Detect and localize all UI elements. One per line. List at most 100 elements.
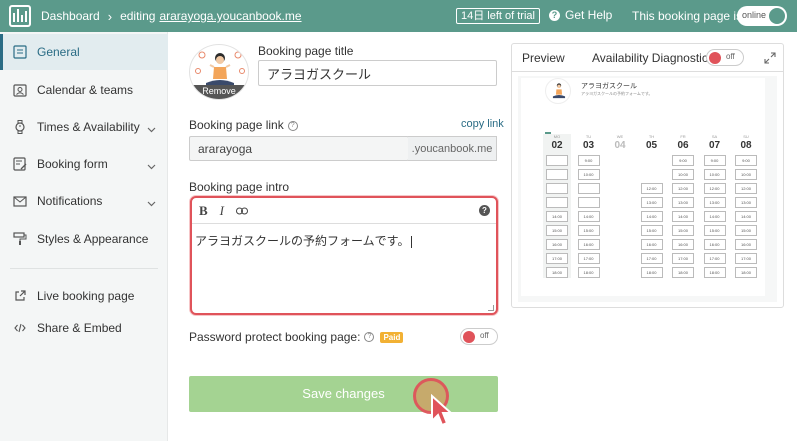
preview-time-slot: 9:00 <box>735 155 757 166</box>
expand-icon[interactable] <box>764 52 776 67</box>
resize-handle[interactable] <box>488 305 494 311</box>
link-input[interactable]: ararayoga <box>189 136 409 161</box>
preview-time-slot: 9:00 <box>672 155 694 166</box>
sidebar-item-booking-form[interactable]: Booking form <box>0 146 168 182</box>
intro-text[interactable]: アラヨガスクールの予約フォームです。 <box>192 224 496 257</box>
remove-photo-button[interactable]: Remove <box>190 85 248 99</box>
preview-day-number: 04 <box>614 140 626 151</box>
preview-time-slot: 13:00 <box>735 197 757 208</box>
breadcrumb-dashboard[interactable]: Dashboard <box>41 9 100 23</box>
form-edit-icon <box>12 156 28 172</box>
sidebar-item-general[interactable]: General <box>0 34 168 70</box>
preview-time-slot: 10:00 <box>577 169 600 180</box>
preview-time-slot <box>641 169 663 180</box>
sidebar-item-notifications[interactable]: Notifications <box>0 183 168 219</box>
app-logo-icon[interactable] <box>9 5 31 27</box>
preview-time-slot <box>609 239 631 250</box>
preview-subtitle: アラヨガスクールの予約フォームです。 <box>581 91 653 96</box>
profile-avatar[interactable]: Remove <box>189 44 249 100</box>
code-icon <box>12 320 28 336</box>
preview-time-slot: 15:00 <box>703 225 726 236</box>
preview-time-slot <box>609 253 631 264</box>
title-input[interactable]: アラヨガスクール <box>258 60 497 86</box>
help-button[interactable]: ? Get Help <box>549 8 612 22</box>
sidebar-item-label: Share & Embed <box>37 321 122 335</box>
link-icon[interactable] <box>236 204 249 218</box>
chevron-right-icon: › <box>107 8 113 24</box>
preview-header: Preview Availability Diagnostics off <box>512 44 783 72</box>
sidebar-item-styles-appearance[interactable]: Styles & Appearance <box>0 221 168 257</box>
preview-day-number: 07 <box>708 140 721 151</box>
intro-editor[interactable]: B I ? アラヨガスクールの予約フォームです。 <box>190 196 498 315</box>
preview-time-slot <box>609 267 631 278</box>
bold-icon[interactable]: B <box>199 203 208 219</box>
copy-link-button[interactable]: copy link <box>461 118 504 130</box>
trial-badge[interactable]: 14日 left of trial <box>456 8 540 24</box>
preview-time-slot: 16:00 <box>672 239 694 250</box>
preview-time-slot: 15:00 <box>672 225 694 236</box>
italic-icon[interactable]: I <box>220 203 224 219</box>
preview-day-column: FR 06 9:00 10:00 12:00 13:00 14:00 15:00 16:00 17… <box>669 134 697 278</box>
preview-time-slot: 12:00 <box>735 183 757 194</box>
chevron-down-icon <box>147 159 156 173</box>
preview-time-slot: 9:00 <box>703 155 726 166</box>
preview-day-number: 08 <box>740 140 752 151</box>
preview-time-slot: 15:00 <box>546 225 568 236</box>
tab-preview[interactable]: Preview <box>522 51 565 65</box>
preview-time-slot: 17:00 <box>672 253 694 264</box>
chevron-down-icon <box>147 196 156 210</box>
password-toggle[interactable]: off <box>460 328 498 345</box>
preview-time-slot: 14:00 <box>640 211 663 222</box>
preview-time-slot: 12:00 <box>672 183 694 194</box>
toggle-knob <box>463 331 475 343</box>
sidebar-item-label: Live booking page <box>37 289 135 303</box>
preview-time-slot: 16:00 <box>577 239 600 250</box>
preview-time-slot <box>546 197 568 208</box>
preview-time-slot: 18:00 <box>703 267 726 278</box>
preview-day-column: WE 04 <box>606 134 634 278</box>
preview-time-slot: 17:00 <box>735 253 757 264</box>
preview-day-number: 03 <box>582 140 595 151</box>
preview-time-slot: 14:00 <box>735 211 757 222</box>
preview-time-slot: 18:00 <box>672 267 694 278</box>
online-toggle[interactable]: online <box>737 6 787 26</box>
password-row: Password protect booking page: ? Paid <box>189 330 404 344</box>
list-icon <box>12 44 28 60</box>
preview-title: アラヨガスクール <box>581 83 637 90</box>
info-icon[interactable]: ? <box>287 120 298 131</box>
diagnostics-toggle[interactable]: off <box>706 49 744 66</box>
preview-time-slot: 13:00 <box>640 197 663 208</box>
preview-body: アラヨガスクール アラヨガスクールの予約フォームです。 MO 02 14:00 15:… <box>518 76 777 302</box>
external-link-icon <box>12 288 28 304</box>
preview-time-slot: 16:00 <box>703 239 726 250</box>
preview-time-slot <box>609 211 631 222</box>
info-icon[interactable]: ? <box>364 332 375 342</box>
sidebar-item-share-embed[interactable]: Share & Embed <box>0 310 168 346</box>
preview-day-column: SU 08 9:00 10:00 12:00 13:00 14:00 15:00 16:00 17… <box>732 134 760 278</box>
preview-time-slot: 14:00 <box>703 211 726 222</box>
editor-help-icon[interactable]: ? <box>479 205 490 216</box>
preview-time-slot: 9:00 <box>577 155 600 166</box>
sidebar-item-live-booking-page[interactable]: Live booking page <box>0 278 168 314</box>
preview-time-slot <box>641 155 663 166</box>
preview-time-slot: 18:00 <box>735 267 757 278</box>
sidebar-item-calendar-teams[interactable]: Calendar & teams <box>0 72 168 108</box>
breadcrumb-site-link[interactable]: ararayoga.youcanbook.me <box>159 9 301 23</box>
link-label: Booking page link? <box>189 118 298 132</box>
booking-page-preview: アラヨガスクール アラヨガスクールの予約フォームです。 MO 02 14:00 15:… <box>521 78 765 296</box>
title-label: Booking page title <box>258 44 354 58</box>
online-toggle-label: online <box>742 10 767 20</box>
preview-time-slot: 18:00 <box>577 267 600 278</box>
envelope-icon <box>12 193 28 209</box>
sidebar-item-label: Times & Availability <box>37 120 140 134</box>
contact-icon <box>12 82 28 98</box>
intro-text-value: アラヨガスクールの予約フォームです。 <box>195 234 410 248</box>
link-label-text: Booking page link <box>189 118 284 132</box>
preview-time-slot: 15:00 <box>735 225 757 236</box>
sidebar-item-times-availability[interactable]: Times & Availability <box>0 109 168 145</box>
toggle-knob <box>709 52 721 64</box>
preview-time-slot: 13:00 <box>672 197 694 208</box>
sidebar-item-label: Calendar & teams <box>37 83 134 97</box>
preview-time-slot: 17:00 <box>640 253 663 264</box>
preview-time-slot <box>546 183 568 194</box>
